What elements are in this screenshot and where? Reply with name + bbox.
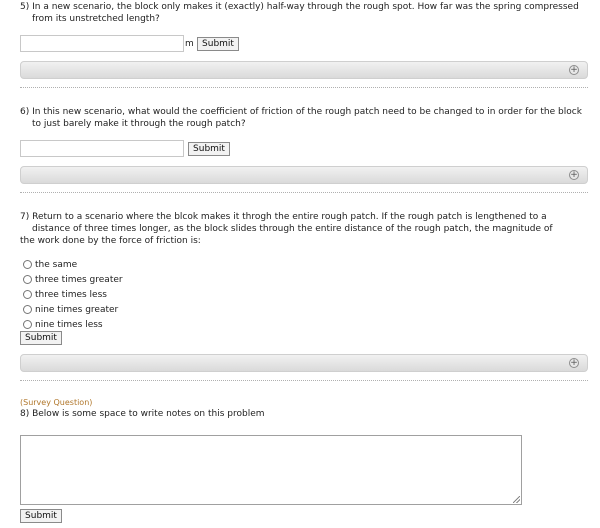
plus-circle-icon[interactable]: + xyxy=(569,65,579,75)
q6-question: 6) In this new scenario, what would the … xyxy=(20,107,582,129)
q7-option[interactable]: three times greater xyxy=(23,272,123,287)
q8-question: 8) Below is some space to write notes on… xyxy=(20,409,265,419)
resize-grip-icon[interactable] xyxy=(513,496,520,503)
q7-question-line3: the work done by the force of friction i… xyxy=(20,236,201,246)
q5-unit-label: m xyxy=(185,39,194,49)
q7-submit-button[interactable]: Submit xyxy=(20,331,62,345)
q7-option-label: three times greater xyxy=(35,274,123,285)
q7-hint-bar[interactable]: + xyxy=(20,354,588,372)
notes-area-wrapper xyxy=(20,435,522,505)
divider xyxy=(20,87,588,88)
q7-option-label: three times less xyxy=(35,289,107,300)
q7-option[interactable]: the same xyxy=(23,257,123,272)
q7-question-line1: 7) Return to a scenario where the blcok … xyxy=(20,212,547,222)
radio-button[interactable] xyxy=(23,260,32,269)
q8-submit-button[interactable]: Submit xyxy=(20,509,62,523)
q7-option[interactable]: three times less xyxy=(23,287,123,302)
notes-textarea[interactable] xyxy=(20,435,522,505)
plus-circle-icon[interactable]: + xyxy=(569,358,579,368)
q5-hint-bar[interactable]: + xyxy=(20,61,588,79)
q7-option-label: nine times less xyxy=(35,319,103,330)
divider xyxy=(20,380,588,381)
radio-button[interactable] xyxy=(23,305,32,314)
q5-answer-input[interactable] xyxy=(20,35,184,52)
q7-option[interactable]: nine times less xyxy=(23,317,123,332)
q6-text: 6) In this new scenario, what would the … xyxy=(20,106,585,130)
q5-submit-button[interactable]: Submit xyxy=(197,37,239,51)
q7-options: the same three times greater three times… xyxy=(23,257,123,332)
q7-option-label: nine times greater xyxy=(35,304,119,315)
q7-option-label: the same xyxy=(35,259,78,270)
q6-hint-bar[interactable]: + xyxy=(20,166,588,184)
survey-tag: (Survey Question) xyxy=(20,398,93,407)
q6-answer-input[interactable] xyxy=(20,140,184,157)
q7-text: 7) Return to a scenario where the blcok … xyxy=(20,211,588,247)
radio-button[interactable] xyxy=(23,275,32,284)
divider xyxy=(20,192,588,193)
q7-question-line2: distance of three times longer, as the b… xyxy=(32,224,553,234)
q5-question: 5) In a new scenario, the block only mak… xyxy=(20,2,579,24)
plus-circle-icon[interactable]: + xyxy=(569,170,579,180)
radio-button[interactable] xyxy=(23,320,32,329)
q5-text: 5) In a new scenario, the block only mak… xyxy=(20,1,580,25)
radio-button[interactable] xyxy=(23,290,32,299)
q6-submit-button[interactable]: Submit xyxy=(188,142,230,156)
q7-option[interactable]: nine times greater xyxy=(23,302,123,317)
